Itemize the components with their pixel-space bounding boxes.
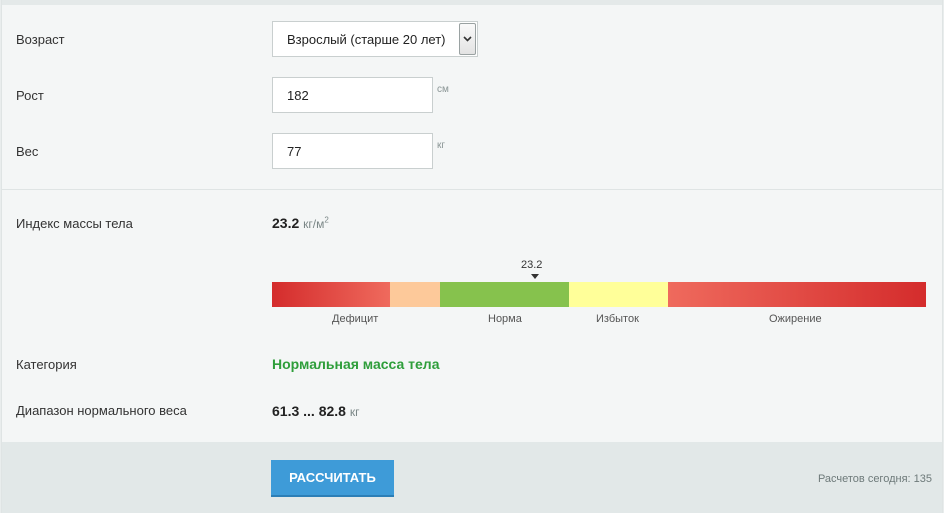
height-input[interactable]: 182 <box>272 77 433 113</box>
category-value: Нормальная масса тела <box>272 356 440 372</box>
range-label: Диапазон нормального веса <box>16 403 187 418</box>
bmi-unit: кг/м <box>303 217 325 231</box>
bmi-label: Индекс массы тела <box>16 216 133 231</box>
bmi-scale <box>272 282 926 307</box>
age-label: Возраст <box>16 32 65 47</box>
calculations-counter: Расчетов сегодня: 135 <box>817 473 932 485</box>
calculate-button[interactable]: РАССЧИТАТЬ <box>271 460 394 497</box>
bmi-value-line: 23.2 кг/м2 <box>272 215 329 231</box>
scale-segment-light-deficit <box>390 282 440 307</box>
section-divider <box>2 189 942 190</box>
scale-label-obesity: Ожирение <box>769 313 822 325</box>
scale-label-deficit: Дефицит <box>332 313 379 325</box>
bmi-marker-icon <box>531 274 539 279</box>
weight-label: Вес <box>16 144 39 159</box>
range-max: 82.8 <box>318 403 346 419</box>
footer: РАССЧИТАТЬ Расчетов сегодня: 135 <box>2 442 942 513</box>
weight-unit: кг <box>437 140 446 151</box>
scale-label-norm: Норма <box>488 313 522 325</box>
range-value-line: 61.3 ... 82.8 кг <box>272 403 359 419</box>
age-select[interactable]: Взрослый (старше 20 лет) <box>272 21 478 57</box>
chevron-down-icon[interactable] <box>459 23 476 55</box>
height-unit: см <box>437 84 449 95</box>
scale-segment-norm <box>440 282 569 307</box>
weight-input[interactable]: 77 <box>272 133 433 169</box>
bmi-calculator: Возраст Взрослый (старше 20 лет) Рост 18… <box>1 0 943 513</box>
scale-label-overweight: Избыток <box>596 313 639 325</box>
bmi-unit-sup: 2 <box>324 215 329 225</box>
bmi-value: 23.2 <box>272 215 300 231</box>
scale-segment-deficit <box>272 282 390 307</box>
scale-segment-overweight <box>569 282 668 307</box>
category-label: Категория <box>16 357 77 372</box>
scale-segment-obesity <box>668 282 926 307</box>
range-min: 61.3 <box>272 403 300 419</box>
range-separator: ... <box>299 403 319 419</box>
bmi-marker-value: 23.2 <box>521 259 543 271</box>
top-strip <box>2 0 942 5</box>
age-select-value: Взрослый (старше 20 лет) <box>287 31 446 47</box>
range-unit: кг <box>349 405 360 419</box>
height-label: Рост <box>16 88 44 103</box>
